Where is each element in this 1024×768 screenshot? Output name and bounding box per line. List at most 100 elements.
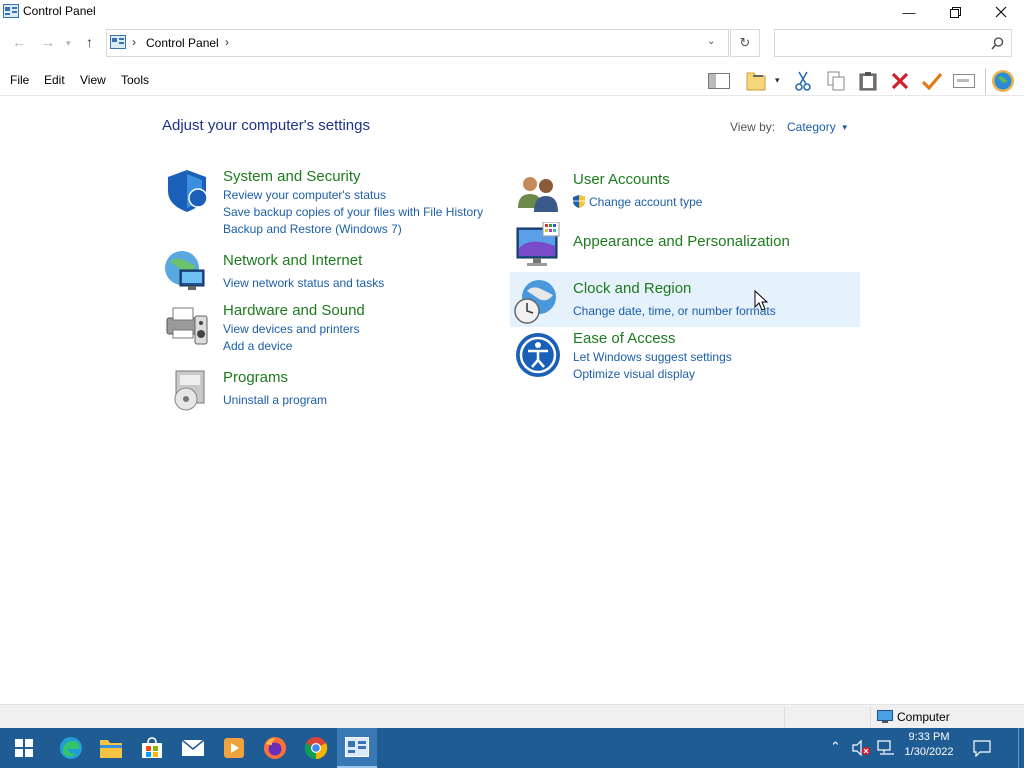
volume-muted-icon[interactable] [852,740,870,756]
network-globe-icon [165,251,205,290]
menu-file[interactable]: File [10,73,29,87]
link-file-history[interactable]: Save backup copies of your files with Fi… [223,205,483,219]
paste-button[interactable] [855,69,881,93]
link-backup-restore[interactable]: Backup and Restore (Windows 7) [223,222,402,236]
search-icon [991,37,1004,50]
taskbar-media-player[interactable] [214,728,254,768]
show-desktop-button[interactable] [1018,728,1024,768]
status-bar: Computer [0,704,1024,728]
status-divider [784,707,785,727]
control-panel-icon [3,4,19,18]
taskbar-mail[interactable] [173,728,213,768]
minimize-icon: — [902,4,916,20]
copy-button[interactable] [823,69,849,93]
taskbar-edge[interactable] [51,728,91,768]
title-bar: Control Panel — [0,0,1024,24]
delete-icon [891,72,909,90]
taskbar-firefox[interactable] [255,728,295,768]
dropdown-triangle-icon: ▼ [840,122,849,132]
globe-button[interactable] [990,69,1016,93]
globe-icon [992,70,1014,92]
taskbar-chrome[interactable] [296,728,336,768]
cut-button[interactable] [790,69,816,93]
back-arrow-icon[interactable]: ← [12,34,26,50]
link-change-account-type[interactable]: Change account type [589,195,702,209]
taskbar-file-explorer[interactable] [91,728,131,768]
properties-button[interactable] [919,69,945,93]
minimize-button[interactable]: — [886,0,932,24]
link-uninstall-program[interactable]: Uninstall a program [223,393,327,407]
taskbar-store[interactable] [132,728,172,768]
link-devices-printers[interactable]: View devices and printers [223,322,360,336]
page-title: Adjust your computer's settings [162,117,370,134]
view-by-label: View by: [730,120,776,134]
restore-button[interactable] [932,0,978,24]
taskbar-control-panel[interactable] [337,728,377,768]
category-ease-of-access[interactable]: Ease of Access [573,330,676,347]
file-explorer-icon [100,740,122,758]
category-appearance-and-personalization[interactable]: Appearance and Personalization [573,233,790,250]
view-by-dropdown[interactable]: Category ▼ [787,120,849,134]
forward-arrow-icon[interactable]: → [41,34,55,50]
category-clock-and-region[interactable]: Clock and Region [573,280,691,297]
status-divider [870,707,871,727]
category-user-accounts[interactable]: User Accounts [573,171,670,188]
start-icon [15,739,33,757]
view-by-value: Category [787,120,836,134]
media-player-icon [224,738,244,758]
taskbar: ⌃ 9:33 PM 1/30/2022 [0,728,1024,768]
breadcrumb-separator[interactable]: › [225,35,229,49]
network-icon[interactable] [877,740,895,756]
copy-icon [827,71,845,91]
link-add-device[interactable]: Add a device [223,339,292,353]
link-network-status[interactable]: View network status and tasks [223,276,384,290]
menu-edit[interactable]: Edit [44,73,65,87]
delete-button[interactable] [887,69,913,93]
refresh-button[interactable]: ↻ [730,29,760,57]
layout-pane-icon [708,73,730,89]
taskbar-clock[interactable]: 9:33 PM 1/30/2022 [900,731,958,758]
user-accounts-icon [518,177,558,212]
folder-options-button[interactable] [743,69,769,93]
category-programs[interactable]: Programs [223,369,288,386]
search-input[interactable] [774,29,1012,57]
link-suggest-settings[interactable]: Let Windows suggest settings [573,350,732,364]
close-button[interactable] [978,0,1024,24]
store-icon [142,737,162,758]
start-button[interactable] [4,728,44,768]
edge-icon [60,737,82,759]
tray-chevron-up-icon[interactable]: ⌃ [830,739,841,755]
category-hardware-and-sound[interactable]: Hardware and Sound [223,302,365,319]
close-icon [995,6,1007,18]
breadcrumb-control-panel[interactable]: Control Panel [146,36,219,50]
menu-view[interactable]: View [80,73,106,87]
link-review-computer-status[interactable]: Review your computer's status [223,188,386,202]
firefox-icon [264,737,286,759]
category-network-and-internet[interactable]: Network and Internet [223,252,362,269]
programs-icon [174,370,205,411]
control-panel-icon [345,737,369,757]
menu-tools[interactable]: Tools [121,73,149,87]
chrome-icon [304,737,328,760]
category-system-and-security[interactable]: System and Security [223,168,361,185]
address-dropdown-chevron-icon[interactable]: ⌄ [707,36,715,47]
printer-speaker-icon [166,307,208,345]
shield-icon [168,170,208,212]
layout-pane-button[interactable] [706,69,732,93]
address-bar[interactable]: › Control Panel › ⌄ [106,29,729,57]
clock-globe-icon [514,280,556,324]
recent-locations-chevron-icon[interactable]: ▾ [66,38,71,49]
scissors-icon [795,71,811,91]
uac-shield-icon [573,195,585,208]
taskbar-time: 9:33 PM [908,731,950,743]
notification-icon[interactable] [973,740,991,757]
folder-options-chevron-icon[interactable]: ▾ [775,75,780,86]
up-arrow-icon[interactable]: ↑ [86,34,93,50]
menu-bar: File Edit View Tools ▾ [0,66,1024,96]
link-change-date-time-formats[interactable]: Change date, time, or number formats [573,304,776,318]
link-optimize-visual-display[interactable]: Optimize visual display [573,367,695,381]
rename-button[interactable] [951,69,977,93]
restore-icon [949,6,961,18]
window-title: Control Panel [23,4,96,18]
refresh-icon: ↻ [739,35,751,50]
